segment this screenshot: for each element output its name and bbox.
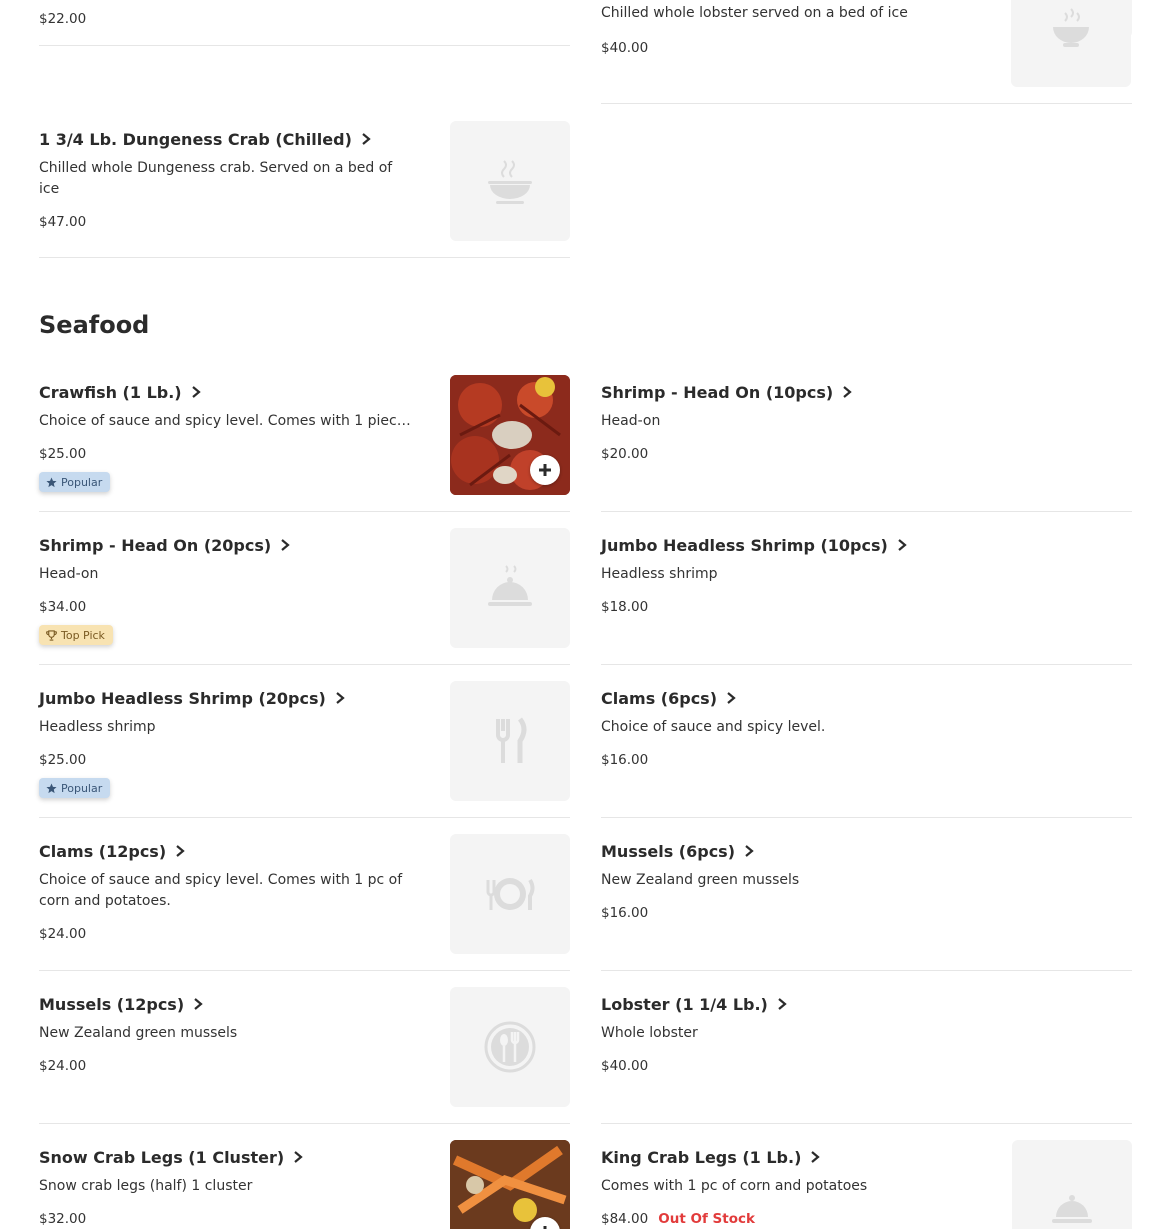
item-photo-crawfish[interactable] <box>450 375 570 495</box>
chevron-right-icon <box>294 1151 303 1163</box>
menu-item-crawfish[interactable]: Crawfish (1 Lb.) Choice of sauce and spi… <box>39 375 570 512</box>
chevron-right-icon <box>336 692 345 704</box>
item-price: $18.00 <box>601 599 649 615</box>
menu-item-clams-12[interactable]: Clams (12pcs) Choice of sauce and spicy … <box>39 834 570 971</box>
item-price: $84.00 <box>601 1211 649 1227</box>
item-price: $32.00 <box>39 1211 87 1227</box>
item-name: Snow Crab Legs (1 Cluster) <box>39 1147 285 1167</box>
fork-knife-icon <box>496 717 527 763</box>
star-icon <box>46 782 57 793</box>
chevron-right-icon <box>362 133 371 145</box>
menu-item-jumbo-shrimp-20[interactable]: Jumbo Headless Shrimp (20pcs) Headless s… <box>39 681 570 818</box>
item-image-placeholder[interactable] <box>450 834 570 954</box>
item-description: New Zealand green mussels <box>39 1025 238 1041</box>
section-title: Seafood <box>39 311 150 339</box>
item-price: $47.00 <box>39 214 87 230</box>
item-name: Mussels (12pcs) <box>39 994 185 1014</box>
chevron-right-icon <box>727 692 736 704</box>
menu-item-shrimp-head-on-10[interactable]: Shrimp - Head On (10pcs) Head-on $20.00 <box>601 381 1132 512</box>
item-description: Choice of sauce and spicy level. <box>601 719 826 735</box>
item-price: $40.00 <box>601 40 649 56</box>
menu-item-jumbo-shrimp-10[interactable]: Jumbo Headless Shrimp (10pcs) Headless s… <box>601 534 1132 665</box>
item-description: Chilled whole lobster served on a bed of… <box>601 5 908 21</box>
chevron-right-icon <box>843 386 852 398</box>
item-name: Jumbo Headless Shrimp (10pcs) <box>601 535 888 555</box>
out-of-stock-label: Out Of Stock <box>658 1211 755 1227</box>
item-image-placeholder[interactable] <box>450 987 570 1107</box>
item-price: $24.00 <box>39 926 87 942</box>
item-name: Clams (6pcs) <box>601 688 718 708</box>
item-price: $24.00 <box>39 1058 87 1074</box>
plus-icon <box>539 464 551 476</box>
item-name: Clams (12pcs) <box>39 841 167 861</box>
item-price: $16.00 <box>601 752 649 768</box>
plus-icon <box>543 1226 547 1229</box>
item-image-placeholder[interactable] <box>450 528 570 648</box>
item-description: Head-on <box>39 566 99 582</box>
snow-crab-photo <box>450 1140 570 1229</box>
chevron-right-icon <box>778 998 787 1010</box>
chevron-right-icon <box>898 539 907 551</box>
item-description: Choice of sauce and spicy level. Comes w… <box>39 872 403 909</box>
item-price: $40.00 <box>601 1058 649 1074</box>
menu-item-snow-crab-legs[interactable]: Snow Crab Legs (1 Cluster) Snow crab leg… <box>39 1140 570 1229</box>
chevron-right-icon <box>191 386 201 398</box>
menu-item-clams-6[interactable]: Clams (6pcs) Choice of sauce and spicy l… <box>601 687 1132 818</box>
item-description: Head-on <box>601 413 661 429</box>
item-price: $25.00 <box>39 752 87 768</box>
bowl-icon <box>1011 0 1131 87</box>
popular-badge: Popular <box>39 778 111 798</box>
menu-item-mussels-6[interactable]: Mussels (6pcs) New Zealand green mussels… <box>601 840 1132 971</box>
item-image-placeholder[interactable] <box>450 121 570 241</box>
popular-badge: Popular <box>39 472 111 492</box>
item-name: 1 3/4 Lb. Dungeness Crab (Chilled) <box>39 129 352 149</box>
chevron-right-icon <box>176 845 185 857</box>
item-price: $22.00 <box>39 11 87 27</box>
dinner-plate-icon <box>484 1021 536 1073</box>
chevron-right-icon <box>281 539 290 551</box>
item-price: $20.00 <box>601 446 649 462</box>
serving-dish-icon <box>488 160 532 204</box>
item-name: Jumbo Headless Shrimp (20pcs) <box>39 688 326 708</box>
item-description: Comes with 1 pc of corn and potatoes <box>601 1178 868 1194</box>
item-image-placeholder[interactable] <box>450 681 570 801</box>
item-name: King Crab Legs (1 Lb.) <box>601 1147 802 1167</box>
item-name: Shrimp - Head On (20pcs) <box>39 535 272 555</box>
item-name: Lobster (1 1/4 Lb.) <box>601 994 768 1014</box>
chevron-right-icon <box>194 998 203 1010</box>
item-name: Shrimp - Head On (10pcs) <box>601 382 834 402</box>
item-price: $34.00 <box>39 599 87 615</box>
item-description: Whole lobster <box>601 1025 698 1041</box>
service-bell-icon <box>1052 1194 1092 1223</box>
menu-item-king-crab-legs[interactable]: King Crab Legs (1 Lb.) Comes with 1 pc o… <box>601 1140 1132 1229</box>
item-description: Snow crab legs (half) 1 cluster <box>39 1178 253 1194</box>
item-description: Chilled whole Dungeness crab. Served on … <box>39 160 393 197</box>
item-image-placeholder[interactable] <box>1012 1140 1132 1229</box>
top-pick-badge: Top Pick <box>39 625 113 645</box>
menu-item-mussels-12[interactable]: Mussels (12pcs) New Zealand green mussel… <box>39 987 570 1124</box>
item-description: Headless shrimp <box>39 719 156 735</box>
plate-utensils-icon <box>486 878 535 910</box>
item-name: Mussels (6pcs) <box>601 841 736 861</box>
add-to-cart-button[interactable] <box>530 455 560 485</box>
item-photo-snow-crab[interactable] <box>450 1140 570 1229</box>
item-price: $25.00 <box>39 446 87 462</box>
menu-item-partial-left[interactable]: $22.00 <box>39 0 570 46</box>
covered-dish-icon <box>488 565 532 606</box>
menu-item-shrimp-head-on-20[interactable]: Shrimp - Head On (20pcs) Head-on $34.00 … <box>39 528 570 665</box>
item-description: Choice of sauce and spicy level. Comes w… <box>39 413 414 429</box>
trophy-icon <box>46 629 57 641</box>
item-description: Headless shrimp <box>601 566 718 582</box>
menu-item-dungeness-crab[interactable]: 1 3/4 Lb. Dungeness Crab (Chilled) Chill… <box>39 121 570 258</box>
menu-item-lobster[interactable]: Lobster (1 1/4 Lb.) Whole lobster $40.00 <box>601 993 1132 1124</box>
item-price: $16.00 <box>601 905 649 921</box>
item-name: Crawfish (1 Lb.) <box>39 382 182 402</box>
chevron-right-icon <box>745 845 754 857</box>
item-description: New Zealand green mussels <box>601 872 800 888</box>
chevron-right-icon <box>811 1151 821 1163</box>
star-icon <box>46 476 57 487</box>
